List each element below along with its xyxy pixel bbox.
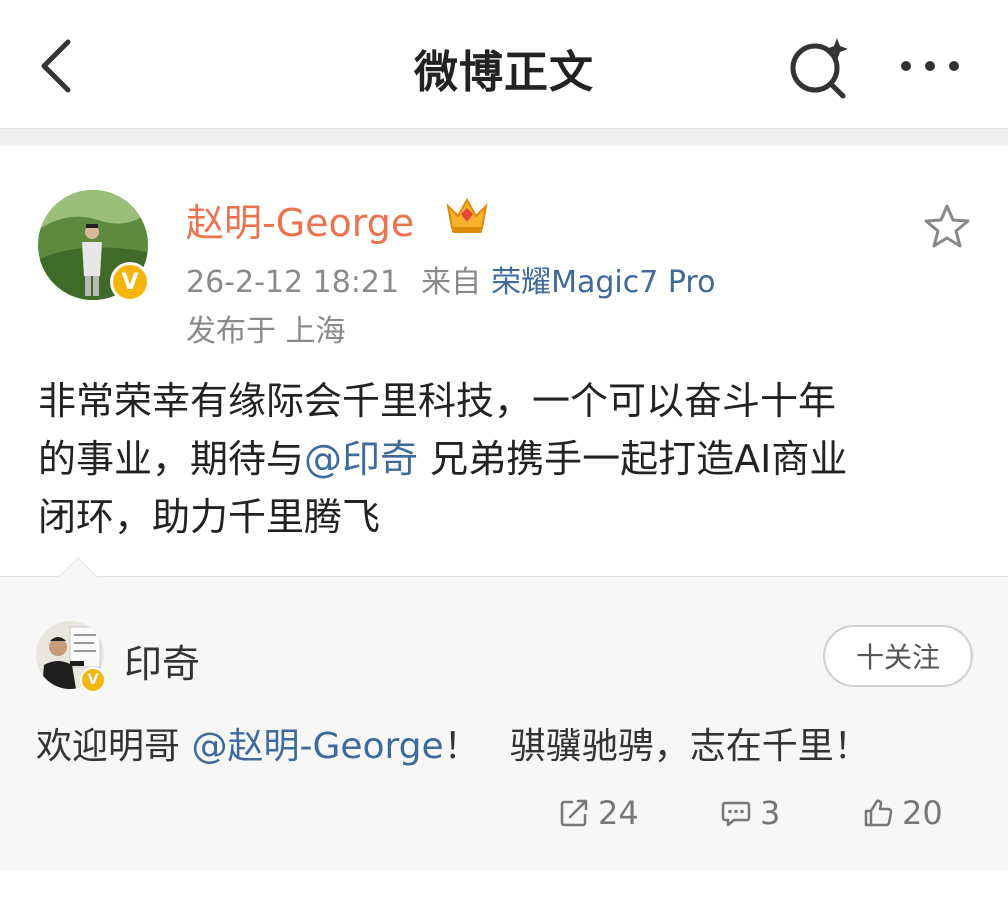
post-text-line: 闭环，助力千里腾飞	[38, 495, 381, 539]
repost-icon	[560, 799, 588, 827]
reply-card: V 印奇 十关注 欢迎明哥 @赵明-George！ 骐骥驰骋，志在千里！ 24 3…	[0, 557, 1008, 870]
author-name[interactable]: 赵明-George	[186, 192, 414, 247]
reply-text-segment: 骐骥驰骋，志在千里！	[509, 726, 870, 767]
reply-body: 欢迎明哥 @赵明-George！ 骐骥驰骋，志在千里！	[36, 717, 870, 769]
comment-icon	[721, 801, 751, 827]
page-title: 微博正文	[414, 47, 594, 98]
mention-link[interactable]: @印奇	[304, 437, 418, 481]
post-text-line: 的事业，期待与@印奇 兄弟携手一起打造AI商业	[38, 430, 968, 488]
repost-button[interactable]: 24	[558, 791, 639, 835]
bottom-spacer	[0, 870, 1008, 899]
mention-link[interactable]: @赵明-George	[191, 726, 443, 767]
comment-count: 3	[760, 794, 781, 832]
search-sparkle-icon[interactable]	[783, 32, 853, 102]
post-card: V 赵明-George 26-2-12 18:21 来自 荣耀Magic7 Pro …	[0, 146, 1008, 576]
verified-badge-icon: V	[80, 667, 106, 693]
like-count: 20	[902, 794, 943, 832]
post-text-line: 非常荣幸有缘际会千里科技，一个可以奋斗十年	[38, 379, 837, 423]
follow-button[interactable]: 十关注	[823, 625, 973, 687]
post-body: 非常荣幸有缘际会千里科技，一个可以奋斗十年 的事业，期待与@印奇 兄弟携手一起打…	[38, 372, 968, 546]
repost-count: 24	[598, 794, 639, 832]
reply-text-segment: 欢迎明哥	[36, 726, 192, 767]
reply-author-name[interactable]: 印奇	[124, 633, 200, 688]
post-text-segment: 的事业，期待与	[38, 437, 305, 481]
reply-text-segment: ！	[443, 726, 480, 767]
verified-badge-icon: V	[110, 262, 150, 302]
favorite-star-icon[interactable]	[922, 202, 972, 252]
like-button[interactable]: 20	[862, 791, 943, 835]
top-bar: 微博正文	[0, 0, 1008, 128]
post-location: 发布于 上海	[186, 314, 346, 349]
post-meta: 26-2-12 18:21 来自 荣耀Magic7 Pro	[186, 257, 715, 301]
from-label: 来自	[421, 265, 482, 300]
section-divider	[0, 128, 1008, 146]
thumbs-up-icon	[864, 799, 893, 827]
post-time: 26-2-12 18:21	[186, 265, 400, 300]
comment-button[interactable]: 3	[720, 791, 780, 835]
more-dots-icon[interactable]	[890, 44, 970, 88]
post-text-segment: 兄弟携手一起打造AI商业	[418, 437, 848, 481]
crown-vip-icon	[444, 194, 490, 236]
device-link[interactable]: 荣耀Magic7 Pro	[491, 265, 715, 300]
